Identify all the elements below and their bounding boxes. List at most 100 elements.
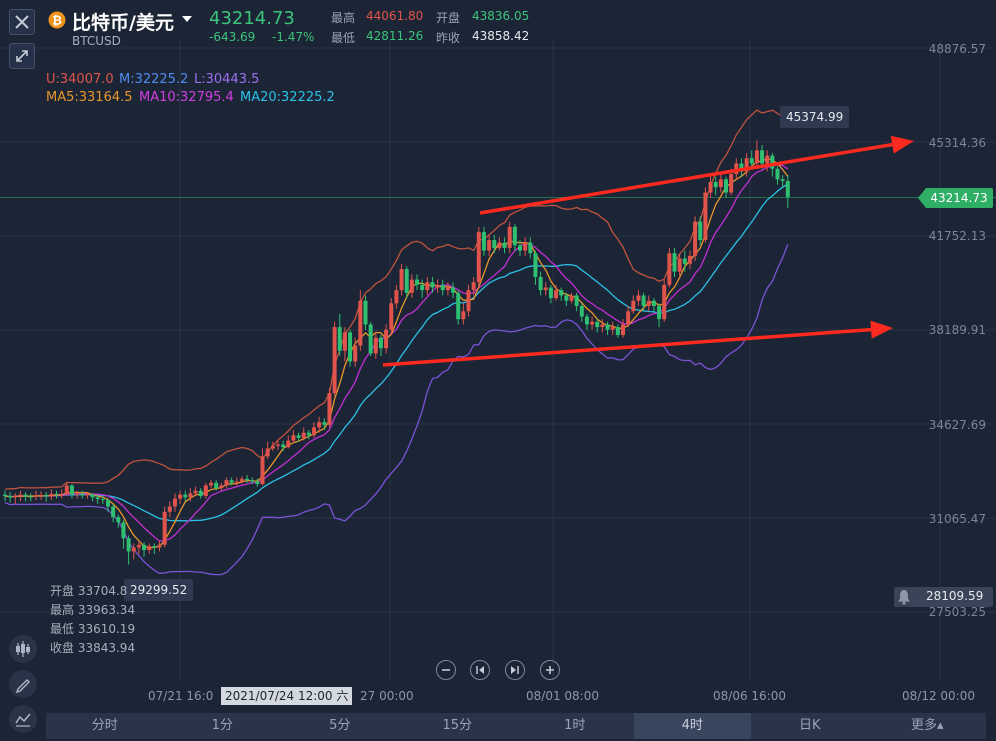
candle-body [317,422,322,428]
zoom-in-button[interactable] [540,660,560,680]
candle-body [203,485,208,496]
dropdown-caret-icon[interactable] [182,16,192,23]
zoom-in-icon [546,666,554,674]
boll-upper-legend: U:34007.0 [46,72,114,87]
period-tab-bar: 分时 1分 5分 15分 1时 4时 日K 更多▴ [46,713,986,739]
candle-body [590,321,595,325]
candle-body [415,279,419,285]
candle-body [260,456,265,485]
ma5-legend: MA5:33164.5 [46,90,133,105]
close-button[interactable] [9,9,35,35]
expand-icon [16,50,28,62]
candle-body [584,316,589,325]
candle-body [106,499,110,507]
candle-body [64,485,69,494]
candle-body [111,506,116,518]
candle-body [456,292,461,320]
candle-body [579,305,584,317]
candle-body [44,494,49,497]
candle-body [425,282,430,291]
tab-period[interactable]: 15分 [399,713,517,739]
candle-body [348,332,353,362]
tab-period[interactable]: 日K [751,713,869,739]
candle-body [23,494,28,497]
pair-name[interactable]: 比特币/美元 [72,8,174,35]
tab-period[interactable]: 1分 [164,713,282,739]
candle-body [193,490,198,494]
scroll-left-button[interactable] [470,660,490,680]
candle-body [466,290,471,312]
candle-body [239,478,244,482]
indicator-button[interactable] [9,705,37,733]
candle-body [167,506,172,512]
boll-lower-legend: L:30443.5 [194,72,260,87]
crosshair-close: 收盘 33843.94 [50,641,136,655]
candle-body [667,253,672,285]
candle-body [90,494,95,498]
tab-period-active[interactable]: 4时 [633,713,751,739]
candle-body [631,300,636,312]
draw-tool-button[interactable] [9,670,37,698]
candle-body [136,544,141,548]
candle-body [610,327,615,330]
current-price-tag: 43214.73 [925,188,993,208]
candle-body [507,226,512,248]
candle-body [559,290,564,296]
candle-body [18,494,23,496]
candle-body [636,295,641,301]
candle-body [13,495,18,498]
candle-body [389,303,394,330]
indicator-icon [15,713,31,727]
candle-body [698,221,703,241]
candle-body [373,337,378,354]
expand-button[interactable] [9,43,35,69]
last-price: 43214.73 [209,8,295,29]
prev-icon [476,666,484,674]
candle-body [209,482,213,486]
candle-body [626,311,631,325]
bitcoin-icon: ₿ [48,11,66,29]
candle-body [651,300,656,306]
candle-body [250,480,255,482]
candle-body [518,245,522,251]
candle-body [564,295,569,301]
candle-body [358,300,363,346]
tab-period[interactable]: 1时 [516,713,634,739]
candle-body [337,327,342,351]
candle-body [116,517,121,523]
time-tick: 27 00:00 [360,689,414,703]
candle-body [641,295,646,306]
bell-icon[interactable] [897,589,911,605]
candle-body [523,242,528,251]
candle-style-button[interactable] [9,635,37,663]
candle-body [126,538,131,552]
candle-body [718,179,723,188]
candle-body [342,332,347,351]
prev-close-label: 昨收 [436,31,461,45]
zoom-out-button[interactable] [436,660,456,680]
candle-body [214,482,219,489]
candle-body [234,481,239,483]
candle-body [657,305,662,320]
candle-body [662,284,667,320]
candle-body [54,493,59,495]
candle-body [481,232,486,251]
candle-body [142,544,147,551]
crosshair-time-label: 2021/07/24 12:00 六 [221,687,353,705]
price-change-pct: -1.47% [272,30,315,44]
candle-body [178,494,183,499]
candle-body [703,192,708,241]
crosshair-low: 最低 33610.19 [50,622,136,636]
tab-period[interactable]: 5分 [281,713,399,739]
tab-more[interactable]: 更多▴ [869,713,987,739]
candle-body [306,432,311,436]
open-value: 43836.05 [472,9,530,23]
candle-body [378,337,383,349]
price-tick: 27503.25 [928,605,986,619]
candle-body [785,181,790,198]
scroll-right-button[interactable] [505,660,525,680]
next-icon [511,666,519,674]
candle-body [430,282,435,288]
tab-period[interactable]: 分时 [46,713,164,739]
candles-icon [16,641,30,657]
